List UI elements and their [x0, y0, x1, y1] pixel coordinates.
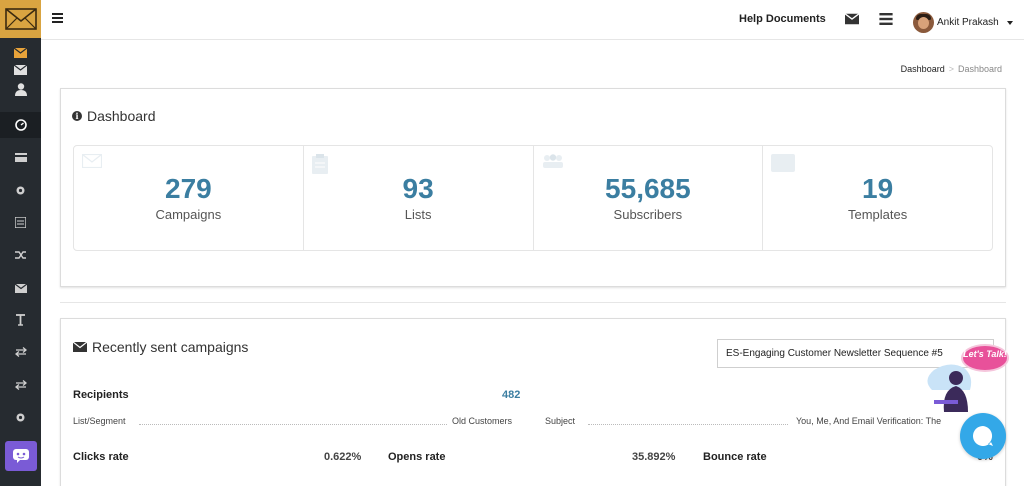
- recent-campaigns-title-text: Recently sent campaigns: [92, 339, 249, 355]
- recipients-label: Recipients: [73, 389, 129, 401]
- stat-label: Campaigns: [155, 207, 222, 222]
- sidebar-item-import[interactable]: [0, 339, 41, 365]
- settings-icon: [16, 413, 25, 421]
- top-header: Help Documents Ankit Prakash: [41, 0, 1024, 40]
- messages-icon[interactable]: [845, 13, 859, 25]
- sidebar-item-dashboard[interactable]: [0, 112, 41, 138]
- user-menu-caret-icon[interactable]: [1007, 21, 1013, 25]
- clicks-rate-label: Clicks rate: [73, 451, 129, 463]
- text-icon: [16, 314, 25, 326]
- chat-icon: [13, 449, 29, 463]
- envelope-logo-icon: [4, 8, 37, 30]
- stat-label: Subscribers: [613, 207, 683, 222]
- sidebar-chat-button[interactable]: [5, 441, 37, 471]
- chat-bubble-icon: [973, 426, 993, 446]
- breadcrumb-separator: >: [948, 64, 954, 74]
- subject-value: You, Me, And Email Verification: The: [796, 416, 942, 426]
- app-logo[interactable]: [0, 0, 41, 38]
- stat-templates[interactable]: 19 Templates: [763, 146, 992, 250]
- stat-label: Templates: [848, 207, 908, 222]
- bounce-rate-label: Bounce rate: [703, 451, 767, 463]
- menu-toggle-button[interactable]: [52, 13, 63, 23]
- stat-subscribers[interactable]: 55,685 Subscribers: [534, 146, 764, 250]
- list-icon: [15, 216, 26, 228]
- mail-icon: [14, 283, 27, 293]
- users-icon: [542, 154, 563, 168]
- list-segment-label: List/Segment: [73, 416, 126, 426]
- opens-rate-label: Opens rate: [388, 451, 446, 463]
- list-segment-value: Old Customers: [452, 416, 513, 426]
- sidebar-item-preferences[interactable]: [0, 404, 41, 430]
- lets-talk-bubble[interactable]: Let's Talk!: [961, 344, 1009, 372]
- dashboard-icon: [14, 119, 27, 131]
- stat-campaigns[interactable]: 279 Campaigns: [74, 146, 304, 250]
- dashboard-title-text: Dashboard: [87, 108, 156, 124]
- notifications-list-icon[interactable]: [879, 13, 893, 25]
- stat-value: 55,685: [605, 173, 691, 204]
- envelope-icon: [82, 154, 102, 168]
- sidebar-item-settings[interactable]: [0, 177, 41, 203]
- sidebar-item-templates[interactable]: [0, 307, 41, 333]
- mail-icon: [14, 65, 27, 75]
- breadcrumb: Dashboard > Dashboard: [901, 64, 1002, 74]
- dashboard-title: i Dashboard: [72, 108, 156, 124]
- envelope-icon: [73, 342, 87, 352]
- breadcrumb-current: Dashboard: [957, 64, 1002, 74]
- sidebar-item-export[interactable]: [0, 372, 41, 398]
- card-icon: [14, 152, 27, 162]
- transfer-icon: [14, 380, 27, 390]
- recent-campaigns-title: Recently sent campaigns: [73, 339, 248, 355]
- sidebar-item-lists[interactable]: [0, 209, 41, 235]
- stat-value: 279: [165, 173, 212, 204]
- sidebar-item-messages[interactable]: [0, 275, 41, 301]
- stats-row: 279 Campaigns 93 Lists 55,685 Subscriber…: [73, 145, 993, 251]
- stat-value: 19: [862, 173, 894, 204]
- stat-value: 93: [402, 173, 434, 204]
- clicks-rate-value: 0.622%: [324, 451, 362, 463]
- stat-label: Lists: [404, 207, 432, 222]
- gear-icon: [16, 186, 25, 194]
- user-icon: [14, 82, 27, 96]
- template-icon: [771, 154, 796, 172]
- user-avatar[interactable]: [913, 12, 934, 33]
- recipients-value: 482: [502, 389, 521, 401]
- sidebar-item-billing[interactable]: [0, 144, 41, 170]
- live-chat-button[interactable]: [960, 413, 1006, 459]
- clipboard-icon: [311, 154, 328, 174]
- info-icon: i: [72, 111, 82, 121]
- transfer-icon: [14, 347, 27, 357]
- subject-label: Subject: [545, 416, 576, 426]
- stat-lists[interactable]: 93 Lists: [304, 146, 534, 250]
- section-divider: [60, 302, 1006, 303]
- dotted-leader: [588, 424, 788, 425]
- sidebar: [0, 0, 41, 486]
- user-name[interactable]: Ankit Prakash: [937, 17, 999, 28]
- recent-campaigns-panel: Recently sent campaigns ES-Engaging Cust…: [60, 318, 1006, 486]
- shuffle-icon: [14, 251, 26, 259]
- breadcrumb-item-dashboard[interactable]: Dashboard: [901, 64, 945, 74]
- sidebar-item-automation[interactable]: [0, 242, 41, 268]
- help-documents-link[interactable]: Help Documents: [739, 13, 826, 25]
- dashboard-panel: i Dashboard 279 Campaigns 93 Lists 55,68…: [60, 88, 1006, 287]
- opens-rate-value: 35.892%: [632, 451, 676, 463]
- sidebar-item-subscribers[interactable]: [0, 76, 41, 102]
- dotted-leader: [139, 424, 447, 425]
